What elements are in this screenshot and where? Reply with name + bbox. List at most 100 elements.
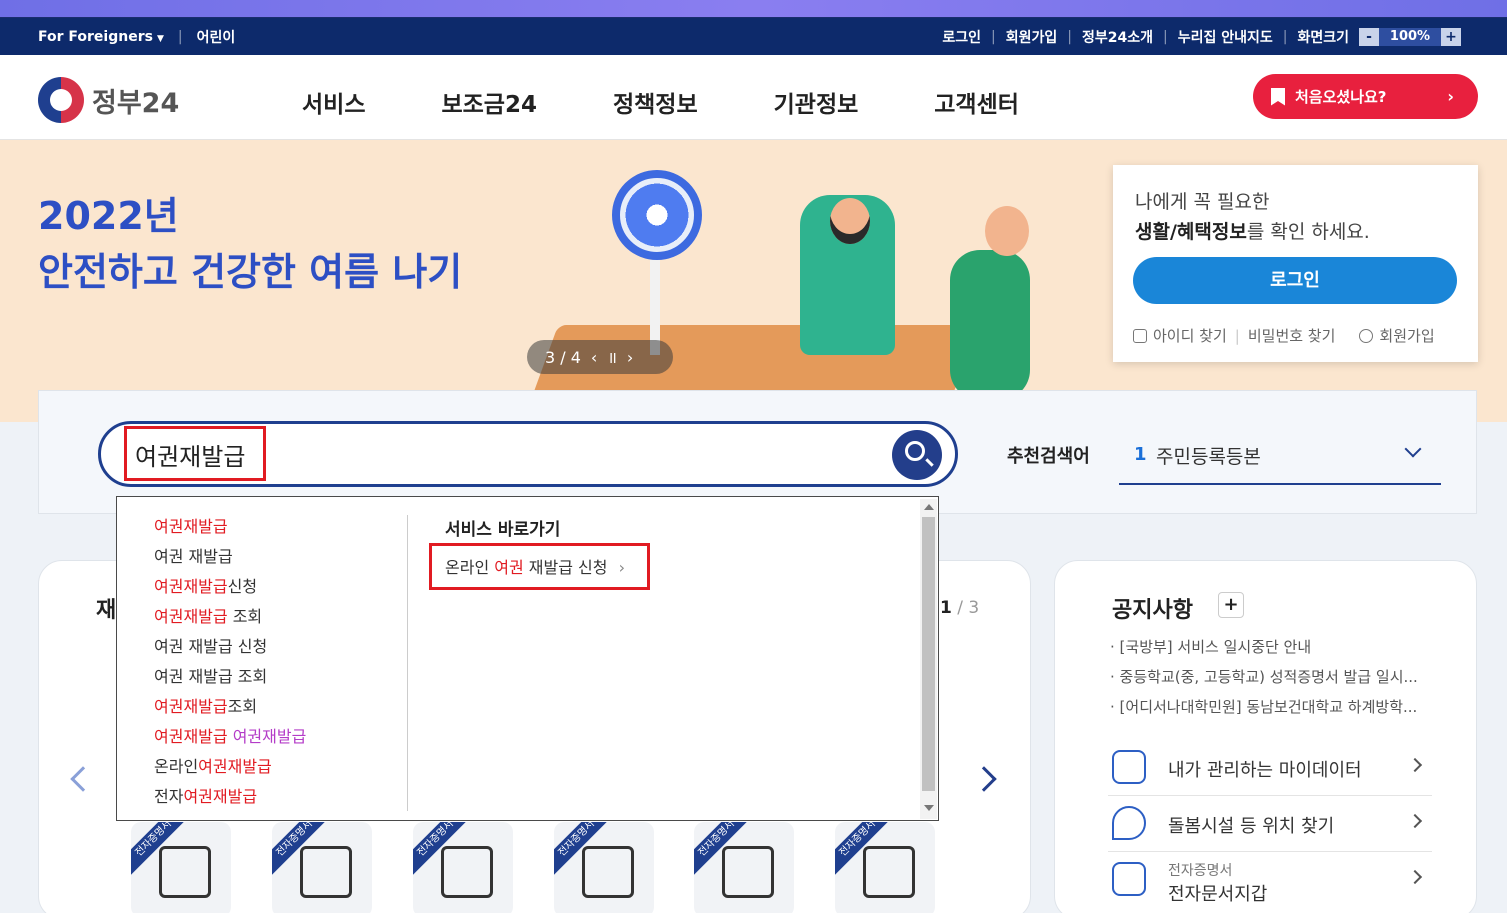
woman-illustration <box>950 250 1030 400</box>
suggestion-item[interactable]: 여권 재발급 신청 <box>154 635 306 665</box>
notice-item[interactable]: · 중등학교(중, 고등학교) 성적증명서 발급 일시... <box>1110 666 1430 687</box>
notice-item[interactable]: · [어디서나대학민원] 동남보건대학교 하계방학... <box>1110 696 1430 717</box>
database-document-icon <box>722 846 774 898</box>
carousel-control: 3 / 4 ‹ ॥ › <box>527 340 673 374</box>
notice-item[interactable]: · [국방부] 서비스 일시중단 안내 <box>1110 636 1430 657</box>
about-link[interactable]: 정부24소개 <box>1082 27 1153 47</box>
sitemap-link[interactable]: 누리집 안내지도 <box>1178 27 1273 47</box>
service-tile-analysis[interactable]: 전자증명서 <box>554 822 654 913</box>
gov24-logo[interactable]: 정부24 <box>38 77 179 123</box>
utility-right: 로그인 | 회원가입 | 정부24소개 | 누리집 안내지도 | 화면크기 - … <box>942 27 1461 47</box>
nav-services[interactable]: 서비스 <box>302 85 365 119</box>
zoom-value: 100% <box>1379 28 1441 46</box>
first-visit-label: 처음오셨나요? <box>1295 88 1387 106</box>
suggestion-item[interactable]: 여권재발급 조회 <box>154 605 306 635</box>
first-visit-button[interactable]: 처음오셨나요? › <box>1253 74 1478 119</box>
main-header: 정부24 서비스 보조금24 정책정보 기관정보 고객센터 처음오셨나요? › <box>0 55 1507 140</box>
quick-link-label: 돌봄시설 등 위치 찾기 <box>1168 816 1335 837</box>
passport-reissue-shortcut-link[interactable]: 온라인 여권 재발급 신청 › <box>445 554 625 578</box>
utility-row: For Foreigners ▼ | 어린이 로그인 | 회원가입 | 정부24소… <box>0 18 1507 55</box>
service-tile-location[interactable]: 전자증명서 <box>272 822 372 913</box>
zoom-out-button[interactable]: - <box>1359 28 1379 46</box>
zoom-in-button[interactable]: + <box>1441 28 1461 46</box>
zoom-control: - 100% + <box>1359 28 1461 46</box>
for-foreigners-menu[interactable]: For Foreigners ▼ <box>38 29 164 45</box>
pager-total: / 3 <box>957 598 980 618</box>
quick-link-mydata[interactable]: 내가 관리하는 마이데이터 <box>1108 740 1432 796</box>
chevron-right-icon: › <box>1447 87 1454 106</box>
kids-link[interactable]: 어린이 <box>197 27 236 47</box>
wallet-sub-label: 전자증명서 <box>1168 863 1233 879</box>
login-help-links: 아이디 찾기 | 비밀번호 찾기 회원가입 <box>1133 325 1435 346</box>
carousel-prev-icon[interactable]: ‹ <box>591 348 597 367</box>
main-nav: 서비스 보조금24 정책정보 기관정보 고객센터 <box>302 85 1019 119</box>
quick-link-label: 내가 관리하는 마이데이터 <box>1168 760 1362 781</box>
taegeuk-logo-icon <box>38 77 84 123</box>
suggestion-item[interactable]: 여권 재발급 조회 <box>154 665 306 695</box>
woman-head-illustration <box>985 206 1029 256</box>
login-card: 나에게 꼭 필요한 생활/혜택정보를 확인 하세요. 로그인 아이디 찾기 | … <box>1113 165 1478 362</box>
service-tile-map[interactable]: 전자증명서 <box>131 822 231 913</box>
suggestion-item[interactable]: 여권재발급 <box>154 515 306 545</box>
scrollbar-thumb[interactable] <box>922 517 935 791</box>
service-shortcut-heading: 서비스 바로가기 <box>445 520 561 540</box>
carousel-next-icon[interactable]: › <box>627 348 633 367</box>
divider: | <box>177 29 183 45</box>
zoom-label: 화면크기 <box>1297 30 1349 46</box>
chart-search-icon <box>582 846 634 898</box>
man-head-illustration <box>830 198 870 244</box>
recommended-term: 주민등록등본 <box>1156 446 1261 468</box>
recommended-rank: 1 <box>1134 444 1147 465</box>
suggestion-item[interactable]: 전자여권재발급 <box>154 785 306 815</box>
nav-subsidy24[interactable]: 보조금24 <box>441 85 537 119</box>
map-pin-icon <box>300 846 352 898</box>
carousel-pause-icon[interactable]: ॥ <box>607 346 617 368</box>
divider: | <box>1234 326 1240 345</box>
logo-text: 정부24 <box>92 87 180 119</box>
scroll-down-arrow-icon[interactable] <box>924 805 934 811</box>
cloud-database-icon <box>1112 750 1146 784</box>
search-button[interactable] <box>892 430 942 480</box>
service-tile-database[interactable]: 전자증명서 <box>835 822 935 913</box>
suggestion-item[interactable]: 여권재발급신청 <box>154 575 306 605</box>
login-message-line1: 나에게 꼭 필요한 <box>1135 191 1270 213</box>
lock-icon <box>1133 329 1147 343</box>
find-id-link[interactable]: 아이디 찾기 <box>1133 325 1227 346</box>
divider: | <box>991 29 996 45</box>
suggestion-item[interactable]: 여권재발급조회 <box>154 695 306 725</box>
find-password-link[interactable]: 비밀번호 찾기 <box>1248 325 1336 346</box>
suggestion-item[interactable]: 여권 재발급 <box>154 545 306 575</box>
recommended-search-label: 추천검색어 <box>1007 446 1090 467</box>
signup-link[interactable]: 회원가입 <box>1006 27 1058 47</box>
autocomplete-scrollbar[interactable] <box>920 499 937 819</box>
login-button[interactable]: 로그인 <box>1133 257 1457 304</box>
electric-fan-illustration <box>612 170 702 260</box>
quick-link-care-facility[interactable]: 돌봄시설 등 위치 찾기 <box>1108 796 1432 852</box>
recommended-search-dropdown[interactable]: 1 주민등록등본 <box>1119 430 1441 485</box>
scroll-up-arrow-icon[interactable] <box>924 504 934 510</box>
suggestion-item[interactable]: 여권재발급 여권재발급 <box>154 725 306 755</box>
chevron-down-icon <box>1404 440 1422 458</box>
autocomplete-suggestion-list: 여권재발급 여권 재발급 여권재발급신청 여권재발급 조회 여권 재발급 신청 … <box>154 515 306 815</box>
plus-icon[interactable]: + <box>1218 592 1244 618</box>
nav-customer-center[interactable]: 고객센터 <box>934 85 1019 119</box>
chevron-right-icon <box>1407 813 1423 829</box>
divider: | <box>1067 29 1072 45</box>
service-tile-document[interactable]: 전자증명서 <box>413 822 513 913</box>
bookmark-icon <box>1271 87 1285 106</box>
service-tile-database-doc[interactable]: 전자증명서 <box>694 822 794 913</box>
services-pager: 1 / 3 <box>940 598 979 618</box>
quick-link-wallet[interactable]: 전자증명서 전자문서지갑 <box>1108 852 1432 908</box>
login-link[interactable]: 로그인 <box>942 27 981 47</box>
nav-agency[interactable]: 기관정보 <box>774 85 859 119</box>
carousel-position: 3 / 4 <box>545 347 581 367</box>
nav-policy[interactable]: 정책정보 <box>613 85 698 119</box>
suggestion-item[interactable]: 온라인여권재발급 <box>154 755 306 785</box>
divider: | <box>1282 29 1288 45</box>
signup-card-link[interactable]: 회원가입 <box>1359 325 1435 346</box>
chevron-right-icon: › <box>618 558 625 577</box>
login-message-line2: 생활/혜택정보를 확인 하세요. <box>1135 217 1370 244</box>
pager-current: 1 <box>940 598 952 618</box>
login-message-rest: 를 확인 하세요. <box>1246 221 1370 243</box>
divider: | <box>1162 29 1168 45</box>
